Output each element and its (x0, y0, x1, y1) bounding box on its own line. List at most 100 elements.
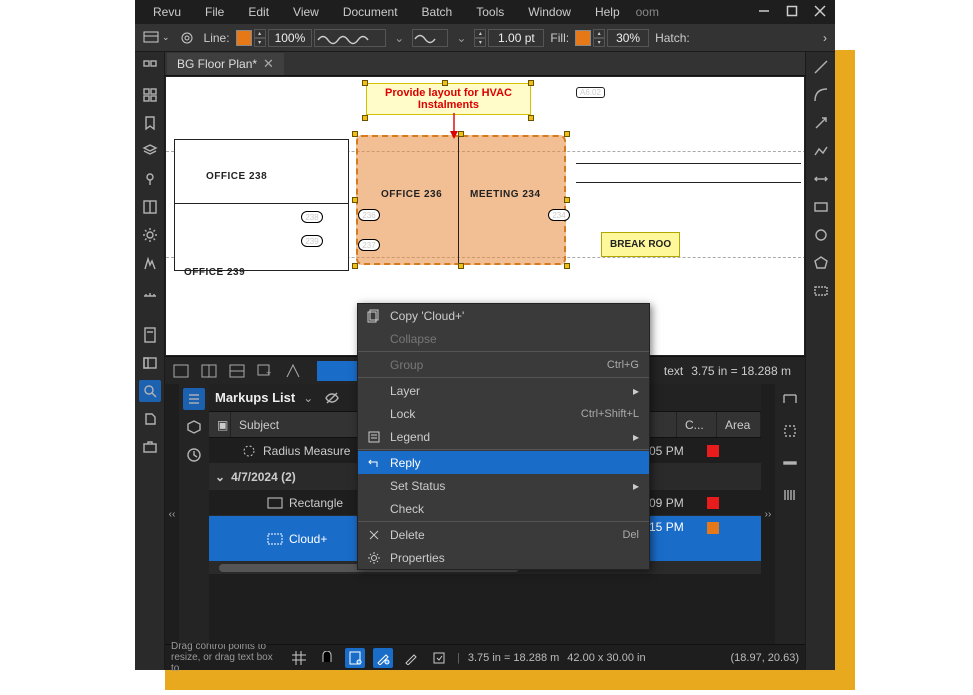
tab-close-icon[interactable]: ✕ (263, 56, 274, 72)
split-vertical-icon[interactable] (199, 361, 219, 381)
crop-icon[interactable] (779, 420, 801, 442)
line-style-chevron-icon[interactable]: ⌄ (388, 31, 410, 45)
expand-column[interactable]: ▣ (209, 412, 231, 437)
zoom-value[interactable]: 100% (268, 29, 313, 47)
close-button[interactable] (813, 4, 827, 21)
file-access-icon[interactable] (139, 324, 161, 346)
line-style-dropdown[interactable] (314, 29, 386, 47)
context-delete[interactable]: DeleteDel (358, 523, 649, 546)
line-end-dropdown[interactable] (412, 29, 448, 47)
color-column[interactable]: C... (677, 412, 717, 437)
snap-icon[interactable] (317, 648, 337, 668)
reuse-icon[interactable] (401, 648, 421, 668)
document-tab[interactable]: BG Floor Plan* ✕ (167, 53, 284, 75)
context-legend[interactable]: Legend▸ (358, 425, 649, 448)
menu-tools[interactable]: Tools (466, 3, 514, 21)
align-icon[interactable] (779, 388, 801, 410)
callout-box[interactable]: Provide layout for HVAC Instalments (366, 83, 531, 115)
menu-window[interactable]: Window (518, 3, 581, 21)
profile-dropdown[interactable]: ⌄ (139, 27, 174, 49)
split-none-icon[interactable] (171, 361, 191, 381)
spaces-icon[interactable] (139, 196, 161, 218)
history-icon[interactable] (183, 444, 205, 466)
menu-edit[interactable]: Edit (238, 3, 279, 21)
layers-icon[interactable] (139, 140, 161, 162)
menu-view[interactable]: View (283, 3, 329, 21)
grid-icon[interactable] (139, 84, 161, 106)
opacity-value[interactable]: 30% (607, 29, 649, 47)
fill-color-swatch[interactable] (575, 30, 591, 46)
context-layer[interactable]: Layer▸ (358, 379, 649, 402)
search-icon[interactable] (139, 380, 161, 402)
visibility-icon[interactable] (321, 387, 343, 409)
toolbar-overflow-icon[interactable]: › (819, 27, 831, 49)
maximize-button[interactable] (785, 4, 799, 21)
selection-handle[interactable] (458, 263, 464, 269)
minimize-button[interactable] (757, 4, 771, 21)
menu-revu[interactable]: Revu (143, 3, 191, 21)
menu-help[interactable]: Help (585, 3, 630, 21)
area-column[interactable]: Area (717, 412, 761, 437)
opacity-spinner[interactable]: ▴▾ (593, 29, 605, 47)
line-end-chevron-icon[interactable]: ⌄ (450, 31, 472, 45)
selection-handle[interactable] (528, 115, 534, 121)
linewidth-value[interactable]: 1.00 pt (488, 29, 544, 47)
menu-file[interactable]: File (195, 3, 234, 21)
selection-handle[interactable] (362, 80, 368, 86)
dimension-icon[interactable] (779, 452, 801, 474)
polygon-tool-icon[interactable] (810, 252, 832, 274)
snap-markup-icon[interactable] (373, 648, 393, 668)
selection-handle[interactable] (564, 263, 570, 269)
selection-handle[interactable] (352, 263, 358, 269)
polyline-tool-icon[interactable] (810, 140, 832, 162)
measurements-icon[interactable] (139, 280, 161, 302)
studio-icon[interactable] (139, 252, 161, 274)
three-d-icon[interactable] (183, 416, 205, 438)
sets-icon[interactable] (139, 408, 161, 430)
markups-list-icon[interactable] (183, 388, 205, 410)
sync-icon[interactable] (429, 648, 449, 668)
markups-collapse-left[interactable]: ‹‹ (165, 384, 179, 644)
context-set-status[interactable]: Set Status▸ (358, 474, 649, 497)
selection-handle[interactable] (564, 131, 570, 137)
markups-collapse-right[interactable]: ›› (761, 384, 775, 644)
sync-view-icon[interactable] (283, 361, 303, 381)
toolchest-icon[interactable] (139, 436, 161, 458)
rectangle-tool-icon[interactable] (810, 196, 832, 218)
linewidth-spinner[interactable]: ▴▾ (474, 29, 486, 47)
markups-dropdown-icon[interactable]: ⌄ (303, 391, 313, 405)
ellipse-tool-icon[interactable] (810, 224, 832, 246)
context-properties[interactable]: Properties (358, 546, 649, 569)
cloud-markup[interactable] (356, 135, 566, 265)
grid-toggle-icon[interactable] (289, 648, 309, 668)
color-target-icon[interactable] (176, 27, 198, 49)
cloud-tool-icon[interactable] (810, 280, 832, 302)
context-check[interactable]: Check (358, 497, 649, 520)
dimension-tool-icon[interactable] (810, 168, 832, 190)
context-copy[interactable]: Copy 'Cloud+' (358, 304, 649, 327)
selection-handle[interactable] (528, 80, 534, 86)
bookmarks-icon[interactable] (139, 112, 161, 134)
selection-handle[interactable] (352, 197, 358, 203)
menu-batch[interactable]: Batch (412, 3, 463, 21)
tally-icon[interactable] (779, 484, 801, 506)
context-reply[interactable]: Reply (358, 451, 649, 474)
split-horizontal-icon[interactable] (227, 361, 247, 381)
selection-handle[interactable] (352, 131, 358, 137)
line-color-swatch[interactable] (236, 30, 252, 46)
panel-icon[interactable] (139, 352, 161, 374)
menu-document[interactable]: Document (333, 3, 408, 21)
arrow-tool-icon[interactable] (810, 112, 832, 134)
selection-handle[interactable] (362, 115, 368, 121)
arc-tool-icon[interactable] (810, 84, 832, 106)
line-tool-icon[interactable] (810, 56, 832, 78)
new-view-icon[interactable]: + (255, 361, 275, 381)
snap-content-icon[interactable] (345, 648, 365, 668)
selection-handle[interactable] (442, 80, 448, 86)
context-lock[interactable]: LockCtrl+Shift+L (358, 402, 649, 425)
zoom-spinner[interactable]: ▴▾ (254, 29, 266, 47)
places-icon[interactable] (139, 168, 161, 190)
settings-icon[interactable] (139, 224, 161, 246)
selection-handle[interactable] (564, 197, 570, 203)
thumbnails-icon[interactable] (139, 56, 161, 78)
